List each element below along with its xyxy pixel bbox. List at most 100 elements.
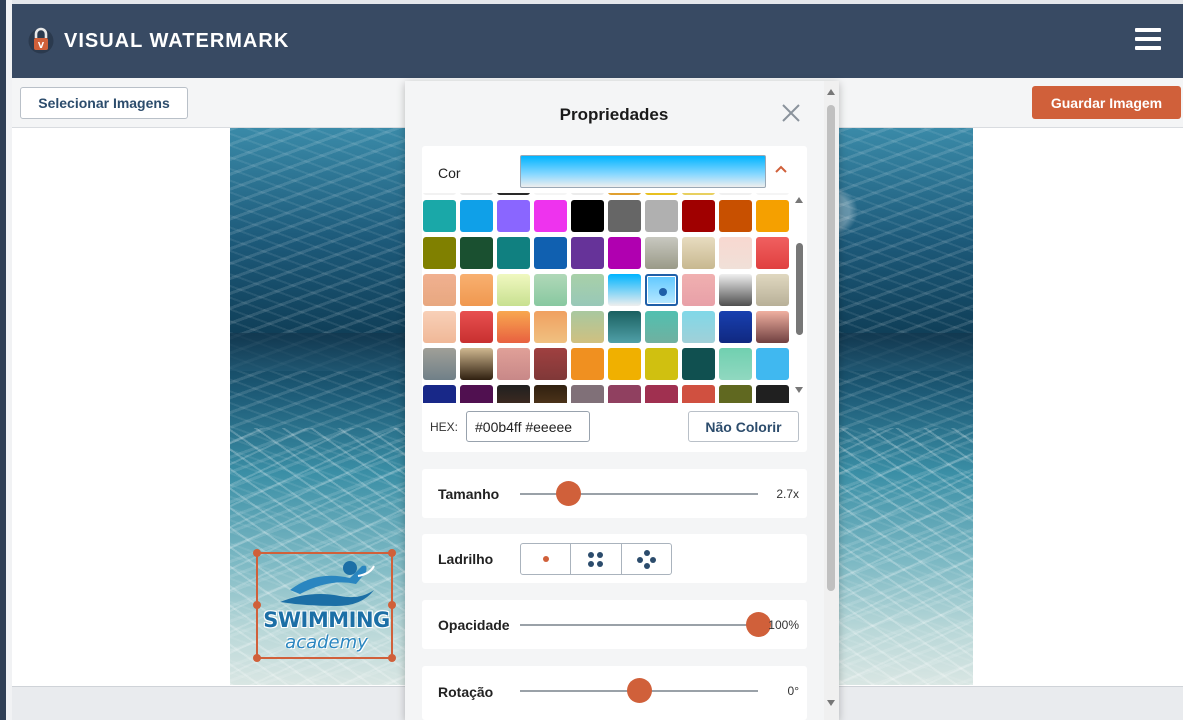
color-swatch[interactable] — [608, 193, 641, 195]
select-images-button[interactable]: Selecionar Imagens — [20, 87, 188, 119]
color-swatch[interactable] — [571, 237, 604, 269]
color-swatch[interactable] — [608, 311, 641, 343]
watermark-selection[interactable]: SWIMMING academy — [253, 549, 396, 662]
color-swatch[interactable] — [571, 385, 604, 403]
swatch-scroll-thumb[interactable] — [796, 243, 803, 335]
color-swatch[interactable] — [534, 274, 567, 306]
chevron-up-icon[interactable] — [774, 162, 788, 176]
color-swatch[interactable] — [756, 193, 789, 195]
color-swatch[interactable] — [460, 237, 493, 269]
resize-handle-tr[interactable] — [388, 549, 396, 557]
color-swatch[interactable] — [460, 193, 493, 195]
resize-handle-bl[interactable] — [253, 654, 261, 662]
color-swatch[interactable] — [423, 385, 456, 403]
color-swatch[interactable] — [571, 311, 604, 343]
color-swatch[interactable] — [534, 200, 567, 232]
color-swatch-selected[interactable] — [645, 274, 678, 306]
color-swatch[interactable] — [645, 193, 678, 195]
color-swatch[interactable] — [719, 200, 752, 232]
color-swatch[interactable] — [534, 193, 567, 195]
color-swatch[interactable] — [423, 200, 456, 232]
color-swatch[interactable] — [534, 348, 567, 380]
color-swatch[interactable] — [608, 274, 641, 306]
scroll-down-arrow-icon[interactable] — [795, 387, 803, 393]
color-swatch[interactable] — [645, 348, 678, 380]
color-swatch[interactable] — [460, 348, 493, 380]
color-swatch[interactable] — [497, 311, 530, 343]
color-swatch[interactable] — [719, 385, 752, 403]
color-swatch[interactable] — [460, 385, 493, 403]
color-swatch[interactable] — [571, 274, 604, 306]
color-swatch[interactable] — [719, 311, 752, 343]
color-swatch[interactable] — [497, 200, 530, 232]
color-swatch[interactable] — [497, 274, 530, 306]
color-swatch[interactable] — [645, 311, 678, 343]
save-image-button[interactable]: Guardar Imagem — [1032, 86, 1181, 119]
color-preview[interactable] — [520, 155, 766, 188]
color-swatch[interactable] — [645, 200, 678, 232]
panel-scroll-thumb[interactable] — [827, 105, 835, 591]
color-swatch[interactable] — [682, 311, 715, 343]
panel-scrollbar[interactable] — [824, 81, 839, 720]
color-swatch[interactable] — [423, 274, 456, 306]
rotation-slider-knob[interactable] — [627, 678, 652, 703]
color-swatch[interactable] — [719, 237, 752, 269]
color-swatch[interactable] — [682, 237, 715, 269]
resize-handle-mr[interactable] — [388, 601, 396, 609]
color-swatch[interactable] — [719, 348, 752, 380]
color-swatch[interactable] — [497, 193, 530, 195]
scroll-up-arrow-icon[interactable] — [795, 197, 803, 203]
resize-handle-tl[interactable] — [253, 549, 261, 557]
hex-input[interactable] — [466, 411, 590, 442]
color-swatch[interactable] — [534, 237, 567, 269]
color-swatch[interactable] — [497, 348, 530, 380]
color-swatch[interactable] — [608, 385, 641, 403]
color-swatch[interactable] — [608, 200, 641, 232]
color-swatch[interactable] — [682, 385, 715, 403]
color-swatch[interactable] — [423, 348, 456, 380]
resize-handle-ml[interactable] — [253, 601, 261, 609]
no-color-button[interactable]: Não Colorir — [688, 411, 799, 442]
tile-scatter-button[interactable] — [622, 544, 671, 574]
color-swatch[interactable] — [571, 200, 604, 232]
color-swatch[interactable] — [571, 348, 604, 380]
tile-grid-button[interactable] — [571, 544, 622, 574]
color-swatch[interactable] — [682, 274, 715, 306]
color-swatch[interactable] — [423, 237, 456, 269]
panel-scroll-down-icon[interactable] — [827, 700, 835, 706]
color-swatch[interactable] — [756, 200, 789, 232]
color-swatch[interactable] — [756, 237, 789, 269]
color-swatch[interactable] — [497, 237, 530, 269]
color-swatch[interactable] — [645, 385, 678, 403]
color-swatch[interactable] — [608, 237, 641, 269]
swatch-scrollbar[interactable] — [792, 193, 807, 403]
color-swatch[interactable] — [460, 200, 493, 232]
color-swatch[interactable] — [534, 311, 567, 343]
hamburger-menu-icon[interactable] — [1135, 28, 1161, 54]
color-swatch[interactable] — [756, 274, 789, 306]
color-swatch[interactable] — [719, 274, 752, 306]
color-swatch[interactable] — [423, 311, 456, 343]
close-icon[interactable] — [781, 103, 801, 123]
color-swatch[interactable] — [460, 274, 493, 306]
color-swatch[interactable] — [682, 200, 715, 232]
color-swatch[interactable] — [571, 193, 604, 195]
color-swatch[interactable] — [682, 193, 715, 195]
color-swatch[interactable] — [645, 237, 678, 269]
color-swatch[interactable] — [534, 385, 567, 403]
size-slider-knob[interactable] — [555, 481, 581, 506]
color-swatch[interactable] — [608, 348, 641, 380]
tile-single-button[interactable] — [521, 544, 572, 574]
color-swatch[interactable] — [497, 385, 530, 403]
color-swatch[interactable] — [682, 348, 715, 380]
panel-scroll-up-icon[interactable] — [827, 89, 835, 95]
color-swatch[interactable] — [460, 311, 493, 343]
color-swatch[interactable] — [423, 193, 456, 195]
color-swatch[interactable] — [756, 385, 789, 403]
resize-handle-br[interactable] — [388, 654, 396, 662]
color-swatch[interactable] — [719, 193, 752, 195]
opacity-slider-knob[interactable] — [746, 612, 771, 637]
color-swatch[interactable] — [756, 311, 789, 343]
color-swatch[interactable] — [756, 348, 789, 380]
opacity-slider-track[interactable] — [520, 624, 758, 626]
